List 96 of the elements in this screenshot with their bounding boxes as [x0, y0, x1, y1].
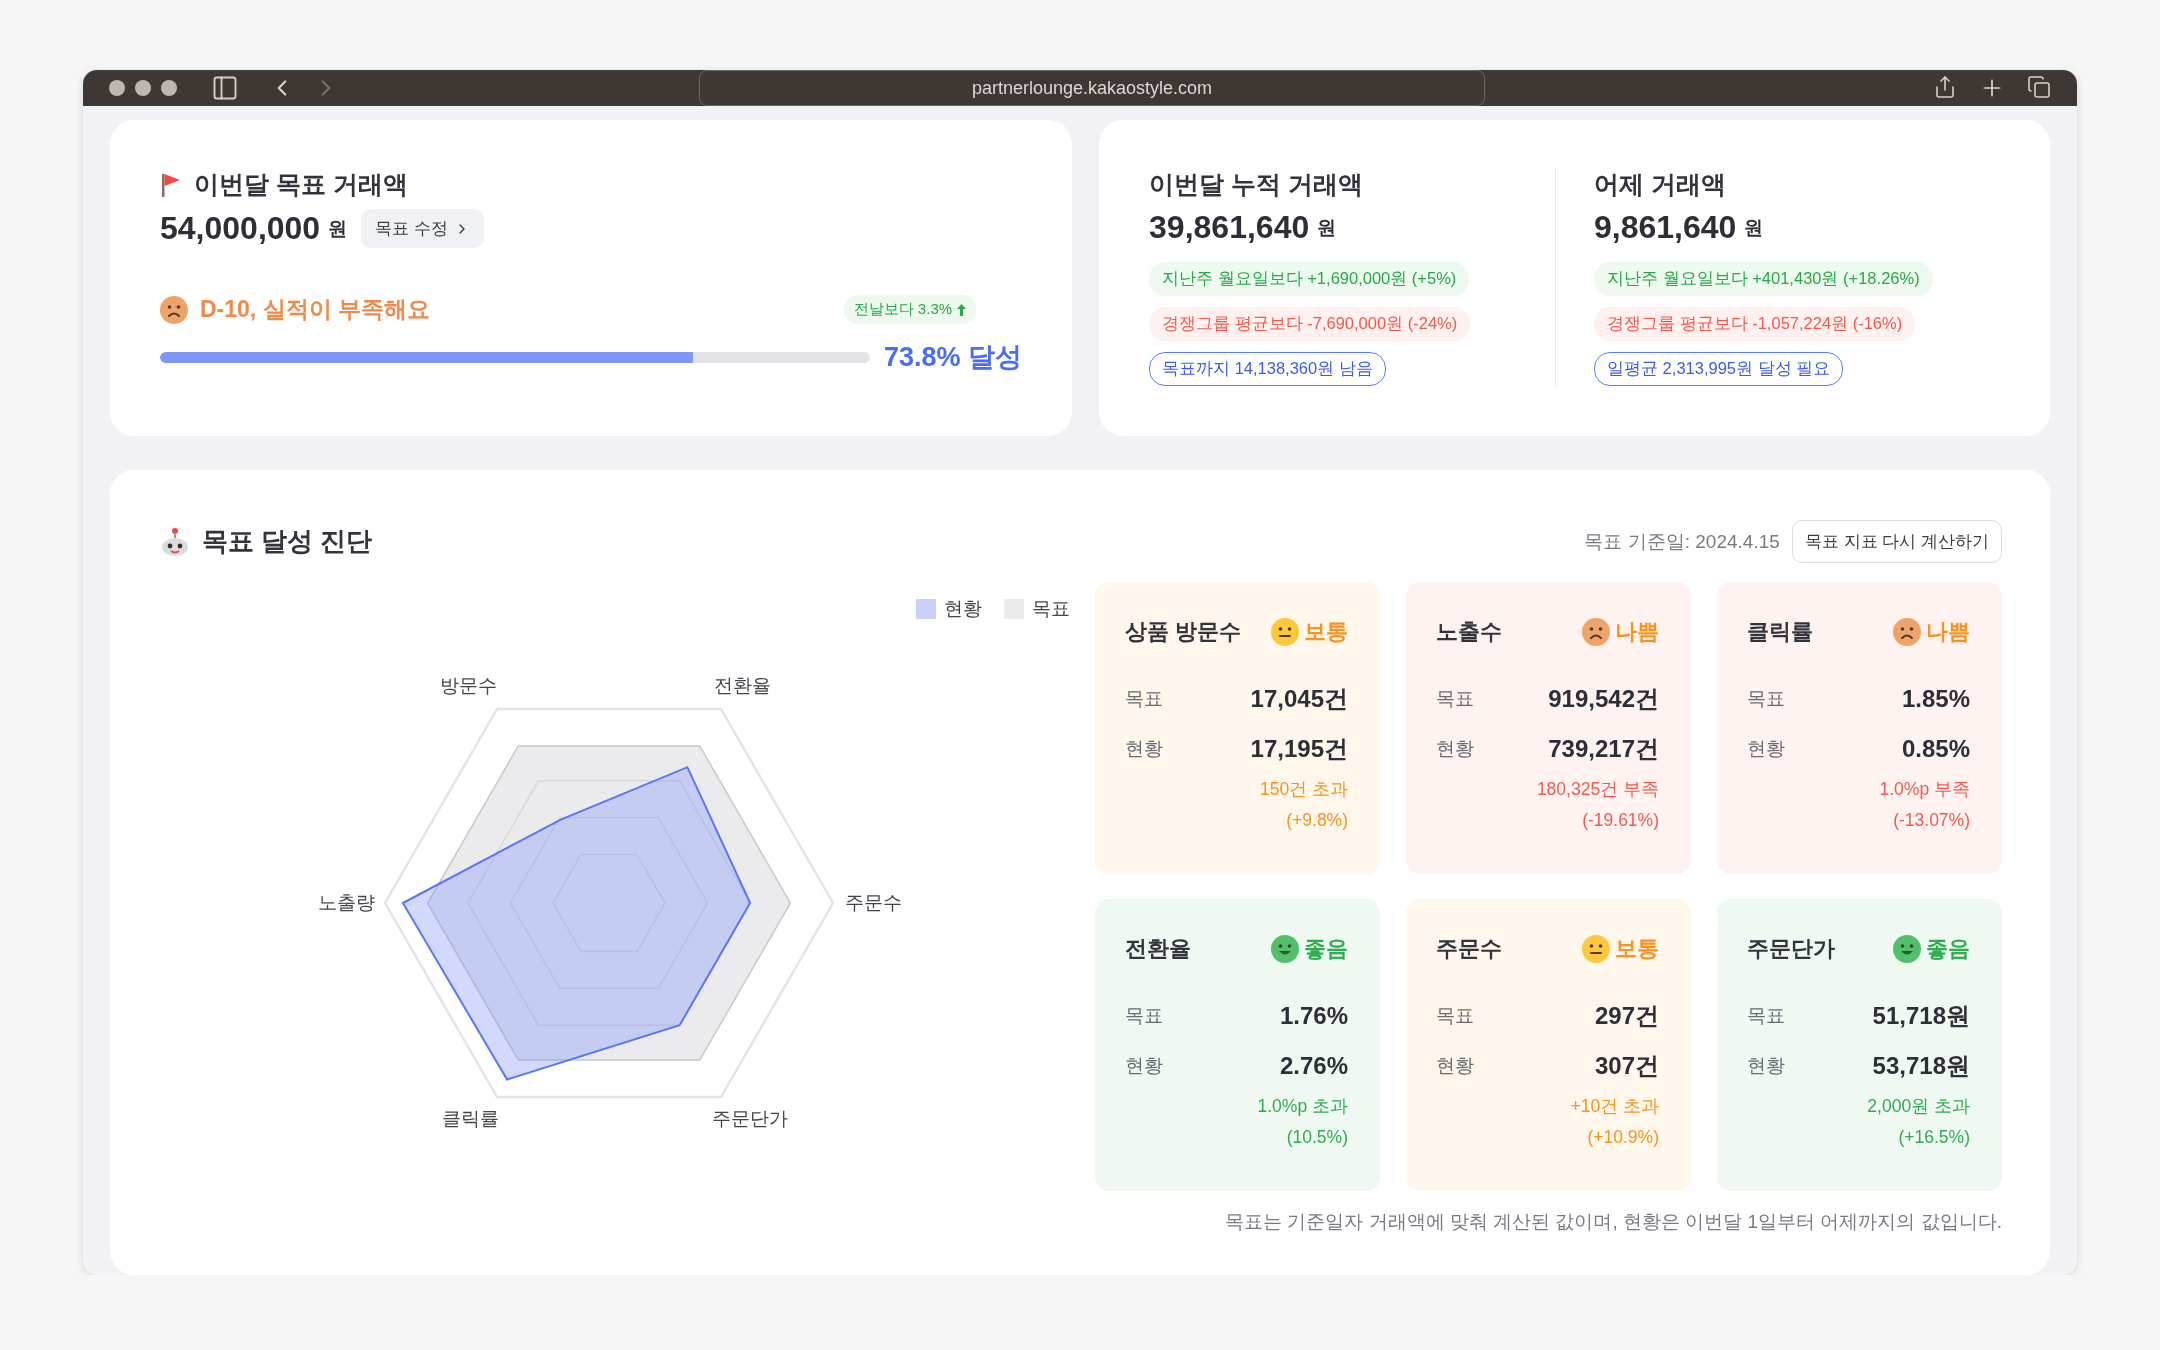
difference-text: (+9.8%): [1286, 809, 1348, 832]
row-label: 목표: [1747, 1004, 1785, 1028]
axis-label: 전환율: [713, 674, 771, 698]
row-label: 현황: [1436, 1054, 1474, 1078]
row-label: 목표: [1436, 687, 1474, 711]
card-title: 어제 거래액: [1594, 169, 1726, 200]
window-dot[interactable]: [109, 80, 125, 96]
currency-unit: 원: [328, 216, 348, 241]
metric-name: 상품 방문수: [1125, 618, 1242, 646]
status-label: 보통: [1615, 935, 1659, 963]
target-chip: 목표까지 14,138,360원 남음: [1149, 352, 1386, 386]
axis-label: 노출량: [317, 891, 375, 915]
axis-label: 클릭률: [441, 1107, 499, 1131]
row-label: 현황: [1125, 1054, 1163, 1078]
axis-label: 주문수: [844, 891, 902, 915]
row-value: 307건: [1594, 1051, 1659, 1081]
row-label: 현황: [1747, 737, 1785, 761]
sales-amount: 9,861,640: [1594, 209, 1737, 246]
change-badge: 전날보다 3.3%: [843, 295, 977, 324]
comparison-chip: 경쟁그룹 평균보다 -1,057,224원 (-16%): [1594, 307, 1916, 341]
sales-amount: 39,861,640: [1149, 209, 1310, 246]
row-label: 현황: [1747, 1054, 1785, 1078]
metric-name: 클릭률: [1747, 618, 1813, 646]
row-label: 현황: [1436, 737, 1474, 761]
row-value: 0.85%: [1901, 735, 1970, 763]
row-label: 목표: [1436, 1004, 1474, 1028]
frown-face-icon: [1893, 618, 1921, 646]
row-label: 목표: [1747, 687, 1785, 711]
row-value: 53,718원: [1872, 1051, 1970, 1081]
currency-unit: 원: [1744, 215, 1764, 240]
status-label: 좋음: [1926, 935, 1970, 963]
difference-text: (-13.07%): [1893, 809, 1970, 832]
row-label: 현황: [1125, 737, 1163, 761]
legend-label: 현황: [944, 597, 982, 621]
difference-text: 1.0%p 초과: [1257, 1095, 1348, 1118]
edit-goal-button[interactable]: 목표 수정: [361, 209, 484, 248]
difference-text: (-19.61%): [1582, 809, 1659, 832]
status-label: 나쁨: [1926, 618, 1970, 646]
grin-face-icon: [1893, 935, 1921, 963]
target-chip: 일평균 2,313,995원 달성 필요: [1594, 352, 1844, 386]
row-value: 51,718원: [1872, 1001, 1970, 1031]
section-title: 목표 달성 진단: [202, 525, 373, 558]
frown-face-icon: [160, 295, 188, 324]
address-bar[interactable]: partnerlounge.kakaostyle.com: [699, 70, 1485, 106]
difference-text: +10건 초과: [1570, 1095, 1659, 1118]
row-value: 739,217건: [1548, 734, 1659, 764]
metric-name: 전환율: [1125, 935, 1191, 963]
axis-label: 방문수: [439, 674, 497, 698]
tabs-icon[interactable]: [2027, 75, 2051, 101]
flag-icon: [160, 171, 182, 198]
legend-label: 목표: [1032, 597, 1070, 621]
metric-name: 주문단가: [1747, 935, 1835, 963]
footnote: 목표는 기준일자 거래액에 맞춰 계산된 값이며, 현황은 이번달 1일부터 어제까지의 값입니다.: [1224, 1210, 2002, 1234]
status-message: D-10, 실적이 부족해요: [200, 295, 431, 324]
difference-text: (10.5%): [1286, 1126, 1348, 1149]
comparison-chip: 경쟁그룹 평균보다 -7,690,000원 (-24%): [1149, 307, 1471, 341]
row-value: 2.76%: [1279, 1052, 1348, 1080]
grin-face-icon: [1271, 935, 1299, 963]
row-value: 919,542건: [1548, 684, 1659, 714]
goal-amount: 54,000,000: [160, 210, 321, 247]
difference-text: 1.0%p 부족: [1879, 778, 1970, 801]
status-label: 보통: [1304, 618, 1348, 646]
row-value: 1.85%: [1901, 685, 1970, 713]
arrow-up-icon: [957, 303, 967, 316]
recalculate-button[interactable]: 목표 지표 다시 계산하기: [1791, 520, 2002, 563]
difference-text: 2,000원 초과: [1867, 1095, 1970, 1118]
row-value: 1.76%: [1279, 1002, 1348, 1030]
progress-reading: 73.8% 달성: [884, 341, 1023, 374]
row-label: 목표: [1125, 687, 1163, 711]
card-title: 이번달 누적 거래액: [1149, 169, 1363, 200]
comparison-chip: 지난주 월요일보다 +401,430원 (+18.26%): [1594, 262, 1933, 296]
status-label: 좋음: [1304, 935, 1348, 963]
sidebar-icon[interactable]: [211, 74, 239, 102]
status-label: 나쁨: [1615, 618, 1659, 646]
currency-unit: 원: [1317, 215, 1337, 240]
row-label: 목표: [1125, 1004, 1163, 1028]
metric-name: 노출수: [1436, 618, 1502, 646]
base-date: 목표 기준일: 2024.4.15: [1584, 529, 1780, 554]
neutral-face-icon: [1271, 618, 1299, 646]
difference-text: 180,325건 부족: [1536, 778, 1659, 801]
comparison-chip: 지난주 월요일보다 +1,690,000원 (+5%): [1149, 262, 1470, 296]
row-value: 17,195건: [1250, 734, 1348, 764]
share-icon[interactable]: [1933, 75, 1957, 101]
row-value: 17,045건: [1250, 684, 1348, 714]
difference-text: 150건 초과: [1259, 778, 1348, 801]
window-dot[interactable]: [135, 80, 151, 96]
card-title: 이번달 목표 거래액: [194, 169, 408, 200]
metric-name: 주문수: [1436, 935, 1502, 963]
row-value: 297건: [1594, 1001, 1659, 1031]
robot-icon: [160, 526, 190, 557]
axis-label: 주문단가: [712, 1107, 788, 1131]
difference-text: (+16.5%): [1898, 1126, 1970, 1149]
difference-text: (+10.9%): [1587, 1126, 1659, 1149]
neutral-face-icon: [1582, 935, 1610, 963]
window-dot[interactable]: [161, 80, 177, 96]
frown-face-icon: [1582, 618, 1610, 646]
